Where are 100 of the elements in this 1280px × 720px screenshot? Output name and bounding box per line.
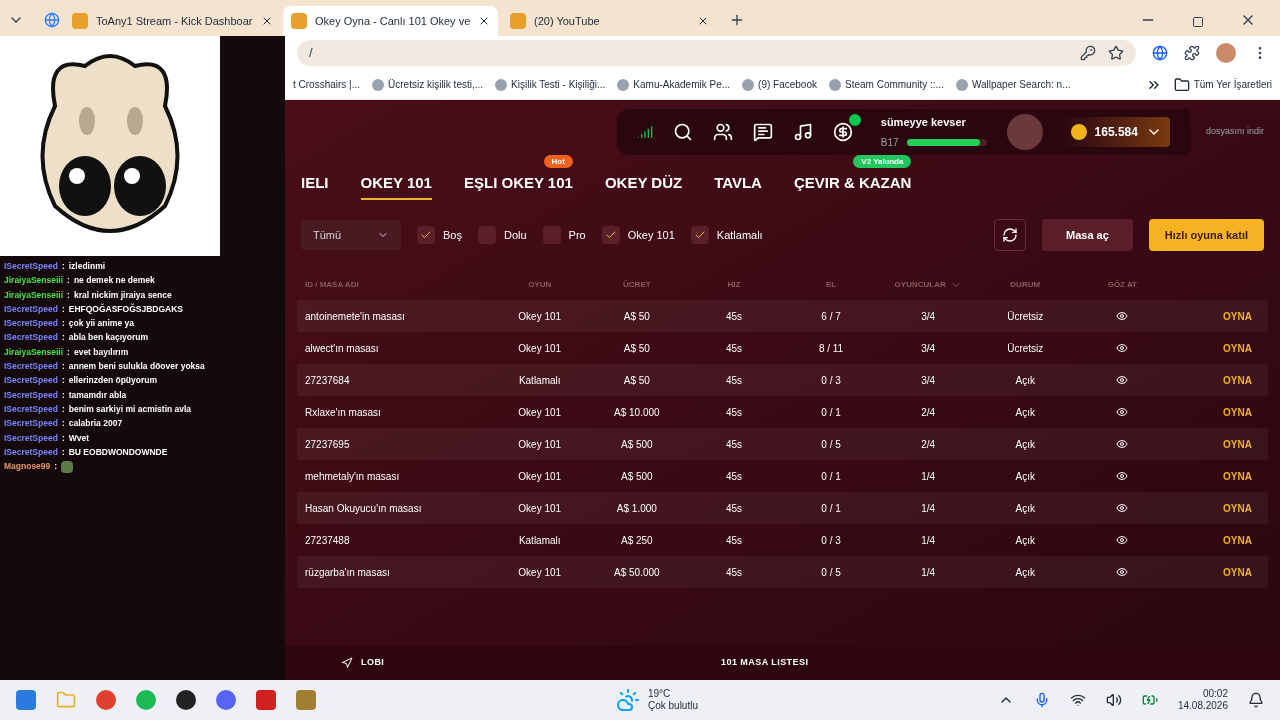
table-row[interactable]: alwect'ın masası Okey 101 A$ 50 45s 8 / 11 3/4 Ücretsiz OYNA xyxy=(297,332,1268,364)
start-icon[interactable] xyxy=(16,690,36,710)
view-icon[interactable] xyxy=(1116,374,1129,386)
table-row[interactable]: Hasan Okuyucu'ın masası Okey 101 A$ 1.000 45s 0 / 1 1/4 Açık OYNA xyxy=(297,492,1268,524)
money-icon[interactable] xyxy=(832,122,853,142)
extensions-icon[interactable] xyxy=(1184,45,1200,61)
address-field[interactable]: / xyxy=(297,40,1136,66)
friends-icon[interactable] xyxy=(712,122,733,142)
table-cell-text: Ücretsiz xyxy=(1006,341,1045,356)
table-cell-text: 0 / 1 xyxy=(820,501,842,516)
play-link[interactable]: OYNA xyxy=(1170,436,1268,452)
bookmark-link[interactable]: Kişilik Testi - Kişiliği... xyxy=(495,77,606,92)
view-icon[interactable] xyxy=(1116,310,1129,322)
nav-tab[interactable]: EŞLI OKEY 101 xyxy=(463,171,573,200)
chat-separator: : xyxy=(67,288,70,302)
open-table-button[interactable]: Masa aç xyxy=(1042,219,1133,251)
view-icon[interactable] xyxy=(1116,534,1129,546)
view-icon[interactable] xyxy=(1116,342,1129,354)
bookmark-star-icon[interactable] xyxy=(1108,45,1124,61)
checkbox[interactable] xyxy=(690,226,709,244)
table-row[interactable]: 27237488 Katlamalı A$ 250 45s 0 / 3 1/4 Açık OYNA xyxy=(297,524,1268,556)
view-icon[interactable] xyxy=(1116,566,1129,578)
browser-tab[interactable]: ToAny1 Stream - Kick Dashboar xyxy=(64,6,279,36)
volume-icon[interactable] xyxy=(1105,692,1122,708)
column-header: OYUN xyxy=(528,279,552,291)
bookmark-link[interactable]: Steam Community ::... xyxy=(829,77,944,92)
view-icon[interactable] xyxy=(1116,406,1129,418)
table-cell-text: Ücretsiz xyxy=(1006,309,1045,324)
play-link[interactable]: OYNA xyxy=(1170,404,1268,420)
chat-message: benim sarkiyi mi acmistin avla xyxy=(68,402,192,416)
view-icon[interactable] xyxy=(1116,502,1129,514)
table-row[interactable]: 27237684 Katlamalı A$ 50 45s 0 / 3 3/4 Açık OYNA xyxy=(297,364,1268,396)
play-link[interactable]: OYNA xyxy=(1170,372,1268,388)
browser-tab[interactable]: (20) YouTube xyxy=(502,6,717,36)
table-cell-text: 45s xyxy=(724,565,743,580)
table-cell-text: Açık xyxy=(1014,533,1036,548)
chat-separator: : xyxy=(61,360,65,374)
browser-icon[interactable] xyxy=(96,690,116,710)
search-icon[interactable] xyxy=(672,122,693,142)
table-row[interactable]: 27237695 Okey 101 A$ 500 45s 0 / 5 2/4 Açık OYNA xyxy=(297,428,1268,460)
filter-select[interactable]: Tümü xyxy=(301,220,401,250)
table-cell-text: 3/4 xyxy=(920,341,937,356)
view-icon[interactable] xyxy=(1116,438,1129,450)
play-link[interactable]: OYNA xyxy=(1170,564,1268,580)
nav-tab[interactable]: OKEY DÜZ xyxy=(604,171,683,200)
play-link[interactable]: OYNA xyxy=(1170,340,1268,356)
bookmark-favicon-icon xyxy=(617,78,630,91)
table-cell-text: A$ 50 xyxy=(622,373,651,388)
network-icon[interactable] xyxy=(1069,692,1086,708)
table-row[interactable]: antoinemete'in masası Okey 101 A$ 50 45s 6 / 7 3/4 Ücretsiz OYNA xyxy=(297,300,1268,332)
nav-tab[interactable]: OKEY 101 xyxy=(360,171,432,200)
browser-tab[interactable]: Okey Oyna - Canlı 101 Okey ve xyxy=(283,6,498,36)
battery-icon[interactable] xyxy=(1141,692,1158,708)
play-link[interactable]: OYNA xyxy=(1170,532,1268,548)
table-cell-text: A$ 50 xyxy=(622,309,651,324)
view-icon[interactable] xyxy=(1116,470,1129,482)
new-tab-icon[interactable] xyxy=(729,12,745,28)
nav-tab[interactable]: ÇEVIR & KAZAN xyxy=(793,171,912,200)
weather-widget[interactable]: 19°C Çok bulutlu xyxy=(615,687,698,713)
game-app-icon[interactable] xyxy=(256,690,276,710)
bookmark-link[interactable]: (9) Facebook xyxy=(742,77,817,92)
bookmark-link[interactable]: Kamu-Akademik Pe... xyxy=(617,77,731,92)
all-bookmarks-link[interactable]: Tüm Yer İşaretleri xyxy=(1173,76,1272,93)
notification-icon[interactable] xyxy=(1248,692,1264,708)
checkbox-label: Dolu xyxy=(503,227,527,243)
table-cell-text: alwect'ın masası xyxy=(304,341,380,356)
clock[interactable]: 00:02 14.08.2026 xyxy=(1177,687,1228,713)
checkbox[interactable] xyxy=(417,226,435,244)
profile-avatar[interactable] xyxy=(1216,43,1236,63)
level-label: B17 xyxy=(880,135,899,150)
play-link[interactable]: OYNA xyxy=(1170,468,1268,484)
chat-message: izledinmi xyxy=(68,260,106,273)
chat-app-icon[interactable] xyxy=(216,690,236,710)
key-icon[interactable] xyxy=(1080,45,1096,61)
table-row[interactable]: mehmetaly'ın masası Okey 101 A$ 500 45s 0 / 1 1/4 Açık OYNA xyxy=(297,460,1268,492)
chat-icon[interactable] xyxy=(752,122,773,142)
navigation-icon[interactable] xyxy=(341,657,353,669)
play-link[interactable]: OYNA xyxy=(1170,500,1268,516)
table-cell-text: Hasan Okuyucu'ın masası xyxy=(304,501,423,516)
bookmark-link[interactable]: t Crosshairs |... xyxy=(293,77,361,92)
tab-title: Okey Oyna - Canlı 101 Okey ve xyxy=(315,13,471,29)
table-row[interactable]: rüzgarba'ın masası Okey 101 A$ 50.000 45s 0 / 5 1/4 Açık OYNA xyxy=(297,556,1268,588)
checkbox[interactable] xyxy=(477,226,496,244)
bookmark-link[interactable]: Ücretsiz kişilik testi,... xyxy=(372,77,484,92)
chat-username: ISecretSpeed xyxy=(4,417,58,431)
lobby-link[interactable]: LOBI xyxy=(361,656,385,670)
maximize-icon[interactable] xyxy=(1192,16,1204,28)
table-row[interactable]: Rxlaxe'ın masası Okey 101 A$ 10.000 45s 0 / 1 2/4 Açık OYNA xyxy=(297,396,1268,428)
refresh-button[interactable] xyxy=(994,219,1027,251)
record-app-icon[interactable] xyxy=(176,690,196,710)
quick-join-button[interactable]: Hızlı oyuna katıl xyxy=(1148,219,1264,251)
nav-tab[interactable]: IELI xyxy=(301,171,329,200)
close-icon[interactable] xyxy=(697,15,709,27)
checkbox[interactable] xyxy=(542,226,561,244)
tab-title: (20) YouTube xyxy=(534,13,601,29)
play-link[interactable]: OYNA xyxy=(1170,308,1268,324)
checkbox[interactable] xyxy=(601,226,620,244)
music-icon[interactable] xyxy=(792,122,813,142)
bookmark-link[interactable]: Wallpaper Search: n... xyxy=(955,77,1071,92)
nav-tab[interactable]: TAVLA xyxy=(714,171,762,200)
